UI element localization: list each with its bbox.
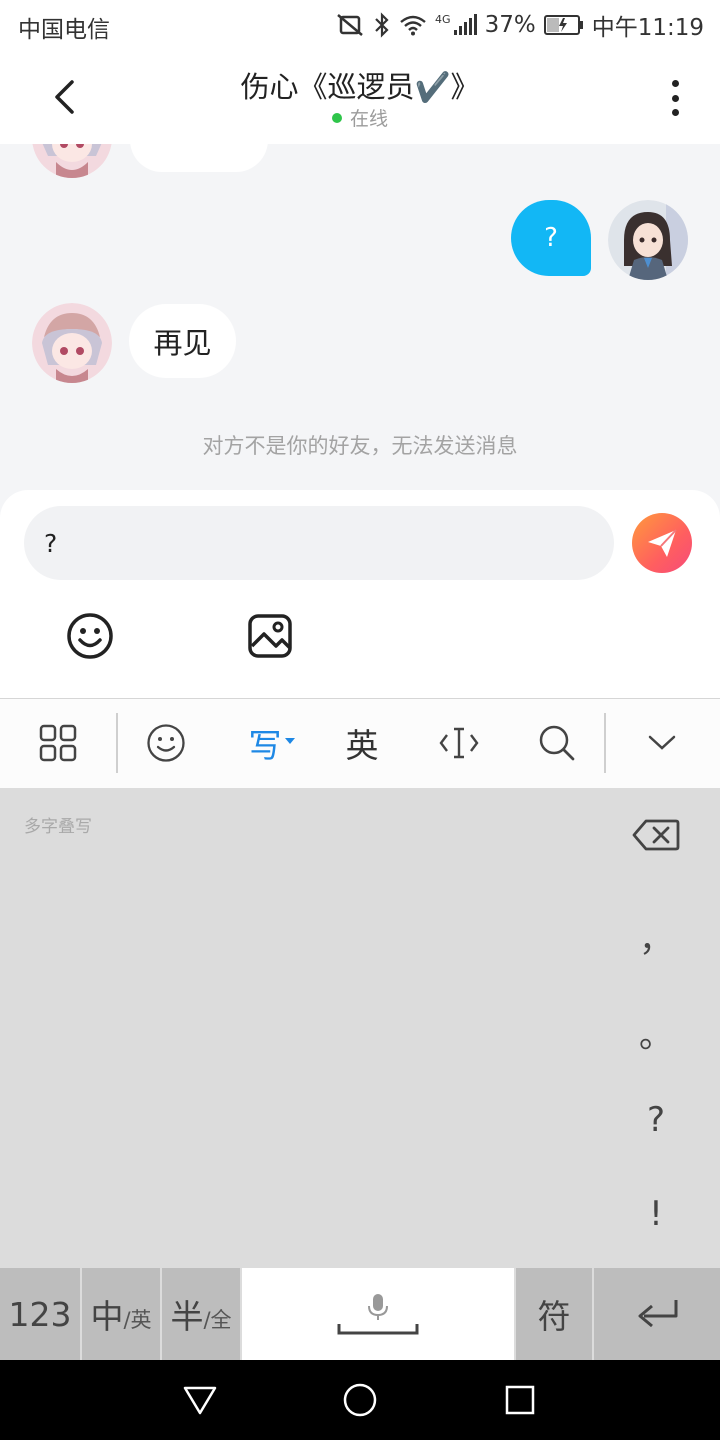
symbols-key-label: 符: [537, 1297, 571, 1336]
message-input[interactable]: ?: [24, 506, 614, 580]
search-icon: [539, 725, 575, 761]
nav-home-button[interactable]: [340, 1380, 380, 1420]
chevron-down-icon: [648, 735, 676, 750]
numbers-key[interactable]: 123: [0, 1268, 80, 1360]
numbers-key-label: 123: [8, 1294, 72, 1334]
message-bubble-received[interactable]: 再见: [129, 304, 236, 378]
online-status-label: 在线: [349, 108, 388, 130]
ime-divider: [604, 713, 606, 773]
status-bar: 中国电信 4G 37% 中午11:19: [0, 0, 720, 50]
image-button[interactable]: [246, 612, 294, 660]
square-recents-icon: [505, 1385, 535, 1415]
punct-key-comma[interactable]: ，: [620, 912, 692, 961]
circle-home-icon: [343, 1383, 377, 1417]
paper-plane-icon: [648, 529, 677, 557]
ime-emoji-button[interactable]: [142, 719, 190, 767]
clock: 中午11:19: [591, 15, 704, 41]
wifi-icon: [400, 15, 426, 36]
ime-cursor-button[interactable]: [438, 719, 480, 767]
punct-key-period[interactable]: 。: [620, 1008, 692, 1057]
enter-return-icon: [638, 1300, 678, 1328]
send-button[interactable]: [632, 513, 692, 573]
signal-icon: [453, 14, 477, 35]
more-button[interactable]: [660, 76, 690, 120]
system-nav-bar: [0, 1360, 720, 1440]
ime-toolbar: 写 英: [0, 698, 720, 788]
handwriting-pad[interactable]: 多字叠写 ， 。 ? !: [0, 788, 720, 1268]
handwriting-hint: 多字叠写: [24, 817, 92, 837]
network-type: 4G: [435, 12, 451, 26]
contact-name: 伤心《巡逻员✔️》: [240, 70, 480, 104]
punct-key-question[interactable]: ?: [620, 1100, 692, 1140]
emoji-icon: [147, 724, 185, 762]
status-icons: 4G 37% 中午11:19: [335, 8, 704, 42]
anime-girl-avatar-icon: [32, 144, 112, 178]
width-toggle-key[interactable]: 半/全: [162, 1268, 240, 1360]
online-status: 在线: [0, 104, 720, 131]
smiley-icon: [67, 613, 113, 659]
message-text: ?: [544, 223, 558, 253]
message-bubble-sent[interactable]: ?: [511, 200, 591, 276]
language-toggle-key[interactable]: 中/英: [82, 1268, 160, 1360]
ime-handwrite-button[interactable]: 写: [244, 719, 300, 767]
punct-key-exclamation[interactable]: !: [620, 1194, 692, 1234]
bluetooth-icon: [375, 12, 389, 38]
ime-divider: [116, 713, 118, 773]
ime-english-button[interactable]: 英: [340, 719, 384, 767]
space-bar-icon: [337, 1324, 419, 1335]
lang-alt-label: /英: [123, 1308, 152, 1332]
grid-menu-icon: [39, 724, 77, 762]
vibrate-off-icon: [337, 14, 363, 36]
keyboard-bottom-row: 123 中/英 半/全 符: [0, 1268, 720, 1360]
image-icon: [248, 614, 292, 658]
carrier-label: 中国电信: [18, 17, 110, 43]
contact-avatar[interactable]: [32, 144, 112, 178]
nav-recents-button[interactable]: [500, 1380, 540, 1420]
ime-search-button[interactable]: [536, 719, 578, 767]
english-label: 英: [345, 726, 379, 765]
nav-back-button[interactable]: [180, 1380, 220, 1420]
chat-header: 伤心《巡逻员✔️》 在线: [0, 50, 720, 144]
online-dot-icon: [331, 113, 342, 123]
contact-avatar[interactable]: [32, 303, 112, 383]
system-notice: 对方不是你的好友，无法发送消息: [202, 434, 518, 458]
more-dot: [671, 94, 679, 102]
delete-key[interactable]: [632, 818, 680, 854]
caret-down-icon: [284, 738, 295, 744]
message-bubble-received[interactable]: [130, 144, 268, 172]
ime-menu-button[interactable]: [34, 719, 82, 767]
space-key[interactable]: [242, 1268, 514, 1360]
more-dot: [671, 80, 679, 87]
handwrite-label: 写: [248, 726, 282, 765]
my-avatar[interactable]: [608, 200, 688, 280]
symbols-key[interactable]: 符: [516, 1268, 592, 1360]
message-list[interactable]: ? 再见 对方不是你的好友，无法发送消息: [0, 144, 720, 490]
microphone-icon: [368, 1294, 388, 1320]
ime-collapse-button[interactable]: [642, 719, 682, 767]
message-input-value: ?: [44, 528, 58, 558]
anime-girl-avatar-icon: [608, 200, 688, 280]
width-alt-label: /全: [203, 1308, 232, 1332]
cursor-icon: [439, 727, 479, 759]
width-main-label: 半: [170, 1297, 204, 1336]
message-text: 再见: [153, 326, 212, 360]
anime-girl-avatar-icon: [32, 303, 112, 383]
backspace-icon: [632, 819, 680, 851]
battery-percent: 37%: [484, 12, 536, 38]
more-dot: [671, 109, 679, 116]
composer-panel: ?: [0, 490, 720, 698]
enter-key[interactable]: [594, 1268, 720, 1360]
lang-main-label: 中: [90, 1297, 124, 1336]
emoji-button[interactable]: [66, 612, 114, 660]
triangle-back-icon: [183, 1386, 217, 1415]
battery-charging-icon: [543, 15, 583, 35]
